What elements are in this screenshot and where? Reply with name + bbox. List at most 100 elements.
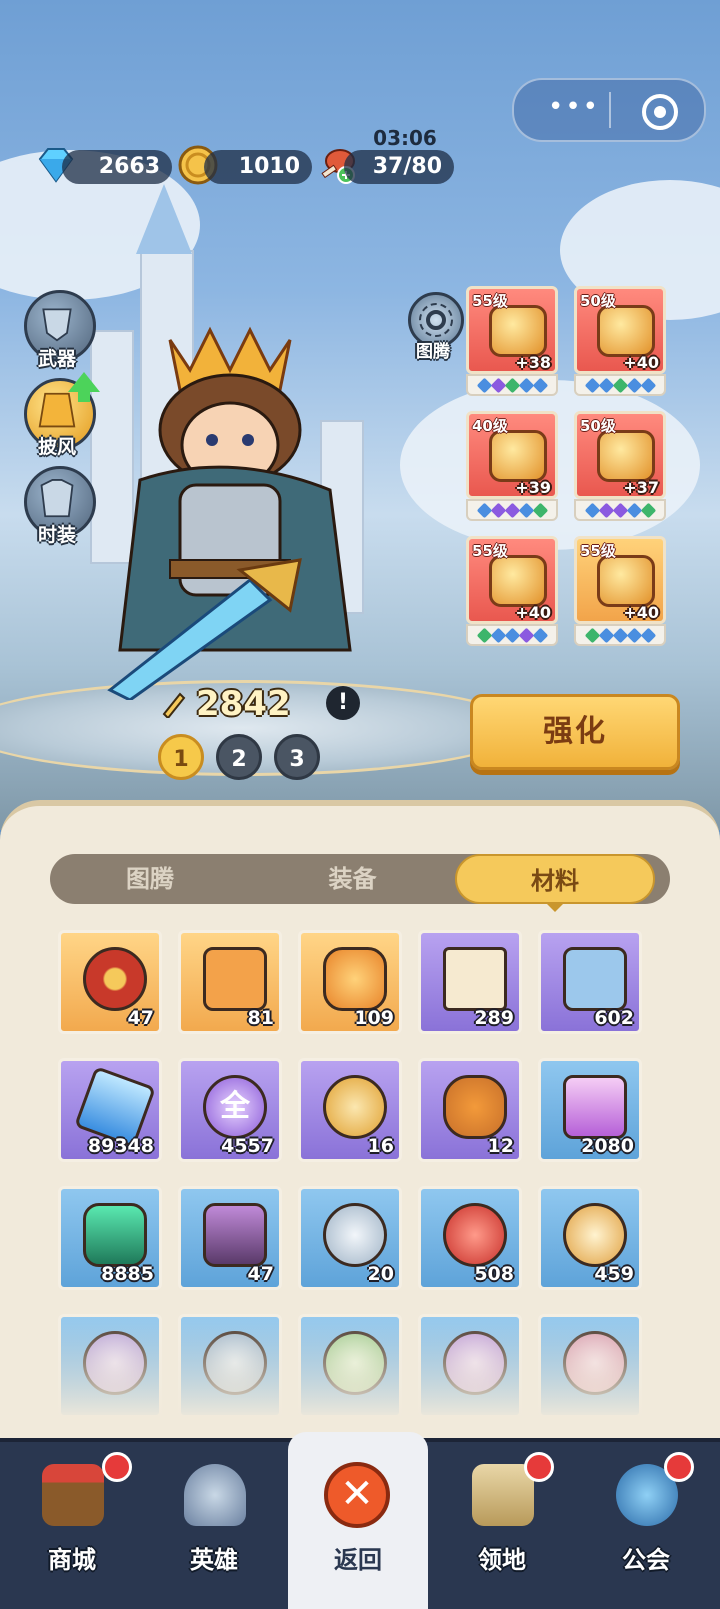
equipment-slot-armor[interactable]: 55级 +38 [466,286,558,398]
notification-badge [524,1452,554,1482]
material-item[interactable]: 全 4557 [178,1058,282,1162]
enhance-button[interactable]: 强化 [470,694,680,770]
nav-back[interactable]: ✕ 返回 [288,1432,428,1609]
page-button-1[interactable]: 1 [158,734,204,780]
equipment-card: 55级 +38 [466,286,558,374]
material-item[interactable]: 81 [178,930,282,1034]
material-quantity: 459 [594,1263,634,1285]
material-quantity: 2080 [581,1135,634,1157]
carrot-sack-icon [443,1075,507,1139]
material-item[interactable]: 2080 [538,1058,642,1162]
boots-icon [489,555,547,607]
green-ore-icon [83,1203,147,1267]
castle-roof [136,184,192,254]
equipment-bonus: +39 [515,478,551,497]
material-item[interactable]: 8885 [58,1186,162,1290]
notification-badge [664,1452,694,1482]
blue-hammer-icon [563,947,627,1011]
active-tab-pointer [545,902,565,912]
equipment-level: 55级 [580,542,616,560]
equipment-level: 40级 [472,417,508,435]
bottom-nav: 商城 英雄 ✕ 返回 领地 公会 [0,1432,720,1609]
equipment-level: 55级 [472,542,508,560]
equipment-card: 50级 +37 [574,411,666,499]
cape-label: 披风 [37,436,76,458]
scroll-fade [0,1310,720,1440]
tab-totem[interactable]: 图腾 [50,854,250,904]
material-quantity: 47 [247,1263,274,1285]
material-item[interactable]: 47 [58,930,162,1034]
gloves-icon [597,555,655,607]
armor-icon [489,305,547,357]
gem-slots [466,374,558,396]
nav-territory[interactable]: 领地 [432,1442,572,1609]
inventory-tabs: 图腾 装备 材料 [50,854,670,904]
material-item[interactable]: 289 [418,930,522,1034]
gem-slots [574,499,666,521]
equipment-bonus: +38 [515,353,551,372]
weapon-label: 武器 [37,348,76,370]
equipment-slot-boots[interactable]: 55级 +40 [466,536,558,648]
material-item[interactable]: 602 [538,930,642,1034]
gem-slots [466,624,558,646]
wing-orb-icon [563,1203,627,1267]
equipment-slot-ring[interactable]: 50级 +40 [574,286,666,398]
crown-icon [489,430,547,482]
totem-label: 图腾 [416,342,450,362]
nav-guild[interactable]: 公会 [576,1442,716,1609]
capsule-divider [609,92,611,128]
equipment-slot-gloves[interactable]: 55级 +40 [574,536,666,648]
material-quantity: 47 [127,1007,154,1029]
nav-guild-label: 公会 [622,1546,670,1574]
nav-shop[interactable]: 商城 [2,1442,142,1609]
material-quantity: 289 [474,1007,514,1029]
material-item[interactable]: 109 [298,930,402,1034]
material-item[interactable]: 12 [418,1058,522,1162]
hero-character[interactable] [100,320,380,700]
silver-compass-icon [323,1203,387,1267]
integral-scroll-icon [443,947,507,1011]
sword-orb-icon [443,1203,507,1267]
nav-shop-label: 商城 [48,1546,96,1574]
material-quantity: 89348 [87,1135,154,1157]
equipment-level: 55级 [472,292,508,310]
material-item[interactable]: 508 [418,1186,522,1290]
material-quantity: 81 [247,1007,274,1029]
nav-back-label: 返回 [334,1546,382,1574]
nav-hero[interactable]: 英雄 [144,1442,284,1609]
equipment-level: 50级 [580,417,616,435]
material-item[interactable]: 89348 [58,1058,162,1162]
equipment-bonus: +37 [623,478,659,497]
equipment-slot-crown[interactable]: 40级 +39 [466,411,558,523]
gold-hammer-icon [203,947,267,1011]
gem-slots [574,624,666,646]
diamond-count: 2663 [62,150,172,184]
combat-power-value: 2842 [196,684,291,724]
material-item[interactable]: 459 [538,1186,642,1290]
gem-slots [574,374,666,396]
material-item[interactable]: 16 [298,1058,402,1162]
close-icon: ✕ [324,1462,390,1528]
equipment-slot-horn[interactable]: 50级 +37 [574,411,666,523]
equipment-level: 50级 [580,292,616,310]
gold-compass-icon [323,1075,387,1139]
material-quantity: 4557 [221,1135,274,1157]
material-quantity: 109 [354,1007,394,1029]
miniprogram-capsule: ••• [512,78,706,142]
page-button-3[interactable]: 3 [274,734,320,780]
close-miniprogram-icon[interactable] [642,94,678,130]
material-item[interactable]: 20 [298,1186,402,1290]
equipment-card: 50级 +40 [574,286,666,374]
material-quantity: 20 [367,1263,394,1285]
tab-equipment[interactable]: 装备 [250,854,455,904]
power-info-button[interactable]: ! [326,686,360,720]
upgrade-arrow-icon [68,372,100,402]
nav-hero-label: 英雄 [190,1546,238,1574]
costume-label: 时装 [37,524,76,546]
power-sword-icon [162,692,186,718]
page-button-2[interactable]: 2 [216,734,262,780]
material-item[interactable]: 47 [178,1186,282,1290]
equipment-bonus: +40 [623,353,659,372]
tab-materials[interactable]: 材料 [455,854,655,904]
more-icon[interactable]: ••• [544,94,604,124]
